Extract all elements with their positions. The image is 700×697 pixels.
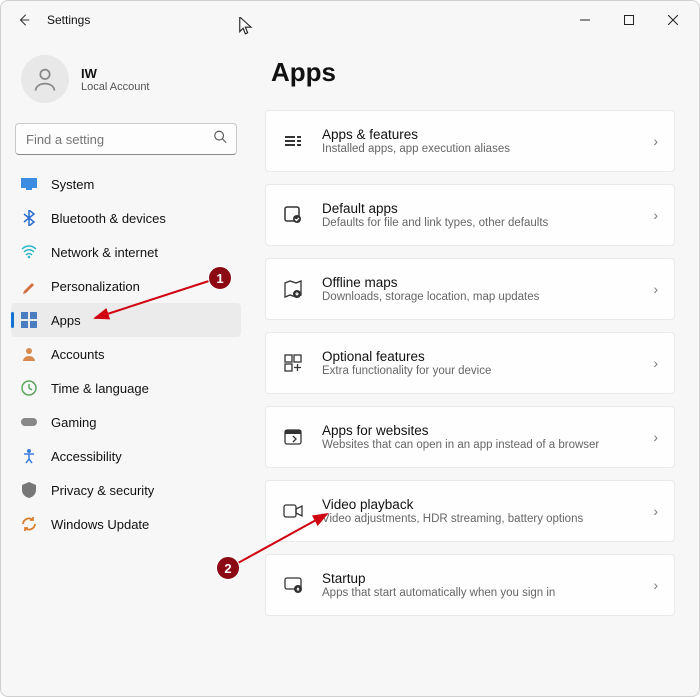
card-default-apps[interactable]: Default apps Defaults for file and link …: [265, 184, 675, 246]
card-title: Default apps: [322, 201, 635, 216]
default-apps-icon: [282, 204, 304, 226]
sidebar-item-system[interactable]: System: [11, 167, 241, 201]
sidebar-item-label: Windows Update: [51, 517, 149, 532]
sidebar-item-gaming[interactable]: Gaming: [11, 405, 241, 439]
card-title: Startup: [322, 571, 635, 586]
profile-type: Local Account: [81, 81, 150, 93]
sidebar-item-label: Bluetooth & devices: [51, 211, 166, 226]
card-title: Offline maps: [322, 275, 635, 290]
window-controls: [563, 4, 695, 36]
window-title: Settings: [47, 13, 90, 27]
privacy-icon: [21, 482, 37, 498]
chevron-right-icon: ›: [653, 281, 658, 297]
sidebar-item-label: Personalization: [51, 279, 140, 294]
card-optional-features[interactable]: Optional features Extra functionality fo…: [265, 332, 675, 394]
avatar: [21, 55, 69, 103]
card-sub: Apps that start automatically when you s…: [322, 587, 635, 599]
time-icon: [21, 380, 37, 396]
search-box[interactable]: [15, 123, 237, 155]
bluetooth-icon: [21, 210, 37, 226]
sidebar-item-privacy[interactable]: Privacy & security: [11, 473, 241, 507]
chevron-right-icon: ›: [653, 429, 658, 445]
main-panel: Apps Apps & features Installed apps, app…: [249, 39, 699, 696]
page-title: Apps: [271, 57, 675, 88]
apps-websites-icon: [282, 426, 304, 448]
search-icon: [213, 130, 227, 149]
cursor-icon: [239, 17, 254, 40]
card-video-playback[interactable]: Video playback Video adjustments, HDR st…: [265, 480, 675, 542]
card-sub: Installed apps, app execution aliases: [322, 143, 635, 155]
optional-features-icon: [282, 352, 304, 374]
titlebar: Settings: [1, 1, 699, 39]
sidebar-item-label: Accessibility: [51, 449, 122, 464]
card-title: Apps for websites: [322, 423, 635, 438]
system-icon: [21, 176, 37, 192]
chevron-right-icon: ›: [653, 133, 658, 149]
apps-features-icon: [282, 130, 304, 152]
sidebar-item-time[interactable]: Time & language: [11, 371, 241, 405]
update-icon: [21, 516, 37, 532]
close-button[interactable]: [651, 4, 695, 36]
card-sub: Websites that can open in an app instead…: [322, 439, 635, 451]
accounts-icon: [21, 346, 37, 362]
profile-name: IW: [81, 66, 150, 81]
video-icon: [282, 500, 304, 522]
card-title: Video playback: [322, 497, 635, 512]
card-apps-websites[interactable]: Apps for websites Websites that can open…: [265, 406, 675, 468]
card-apps-features[interactable]: Apps & features Installed apps, app exec…: [265, 110, 675, 172]
sidebar-item-accessibility[interactable]: Accessibility: [11, 439, 241, 473]
sidebar-item-label: Privacy & security: [51, 483, 154, 498]
sidebar-item-label: Time & language: [51, 381, 149, 396]
accessibility-icon: [21, 448, 37, 464]
startup-icon: [282, 574, 304, 596]
card-sub: Defaults for file and link types, other …: [322, 217, 635, 229]
nav-list: System Bluetooth & devices Network & int…: [11, 167, 241, 541]
personalization-icon: [21, 278, 37, 294]
maximize-button[interactable]: [607, 4, 651, 36]
card-sub: Extra functionality for your device: [322, 365, 635, 377]
sidebar-item-accounts[interactable]: Accounts: [11, 337, 241, 371]
apps-icon: [21, 312, 37, 328]
sidebar: IW Local Account System Bluetooth & devi…: [1, 39, 249, 696]
chevron-right-icon: ›: [653, 207, 658, 223]
profile-block[interactable]: IW Local Account: [11, 49, 241, 119]
sidebar-item-update[interactable]: Windows Update: [11, 507, 241, 541]
annotation-marker-2: 2: [216, 556, 240, 580]
sidebar-item-apps[interactable]: Apps: [11, 303, 241, 337]
chevron-right-icon: ›: [653, 355, 658, 371]
settings-window: Settings IW Local Account: [0, 0, 700, 697]
back-button[interactable]: [5, 1, 43, 39]
card-sub: Downloads, storage location, map updates: [322, 291, 635, 303]
sidebar-item-personalization[interactable]: Personalization: [11, 269, 241, 303]
card-sub: Video adjustments, HDR streaming, batter…: [322, 513, 635, 525]
card-offline-maps[interactable]: Offline maps Downloads, storage location…: [265, 258, 675, 320]
sidebar-item-label: Apps: [51, 313, 81, 328]
minimize-button[interactable]: [563, 4, 607, 36]
card-title: Optional features: [322, 349, 635, 364]
offline-maps-icon: [282, 278, 304, 300]
sidebar-item-label: System: [51, 177, 94, 192]
search-input[interactable]: [15, 123, 237, 155]
card-startup[interactable]: Startup Apps that start automatically wh…: [265, 554, 675, 616]
sidebar-item-label: Accounts: [51, 347, 104, 362]
network-icon: [21, 244, 37, 260]
chevron-right-icon: ›: [653, 577, 658, 593]
sidebar-item-label: Gaming: [51, 415, 97, 430]
card-title: Apps & features: [322, 127, 635, 142]
annotation-marker-1: 1: [208, 266, 232, 290]
sidebar-item-label: Network & internet: [51, 245, 158, 260]
sidebar-item-network[interactable]: Network & internet: [11, 235, 241, 269]
sidebar-item-bluetooth[interactable]: Bluetooth & devices: [11, 201, 241, 235]
chevron-right-icon: ›: [653, 503, 658, 519]
gaming-icon: [21, 414, 37, 430]
